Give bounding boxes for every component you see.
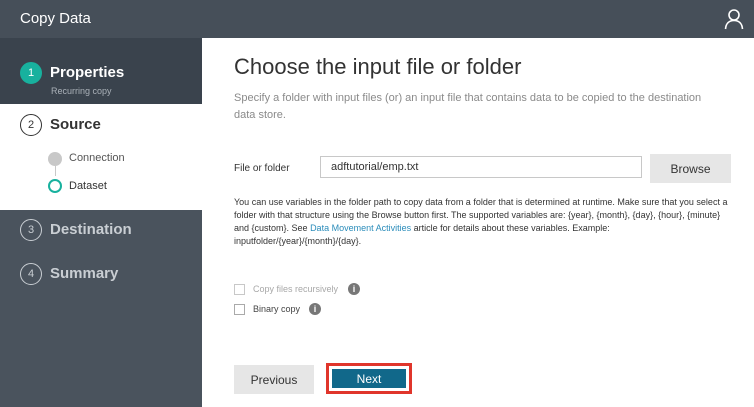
step-number-1: 1 xyxy=(20,62,42,84)
step-label-properties: Properties xyxy=(50,64,125,81)
copy-recursive-label: Copy files recursively xyxy=(253,284,339,294)
page-description: Specify a folder with input files (or) a… xyxy=(234,92,702,121)
app-title: Copy Data xyxy=(20,10,91,27)
data-movement-activities-link[interactable]: Data Movement Activities xyxy=(310,223,411,233)
substep-connector xyxy=(55,166,56,176)
browse-button[interactable]: Browse xyxy=(650,154,731,183)
step-number-4: 4 xyxy=(20,263,42,285)
binary-copy-label: Binary copy xyxy=(253,304,301,314)
file-or-folder-input[interactable] xyxy=(320,156,642,178)
previous-button[interactable]: Previous xyxy=(234,365,314,394)
file-or-folder-label: File or folder xyxy=(234,163,290,174)
wizard-sidebar: 1 Properties Recurring copy 2 Source Con… xyxy=(0,38,202,407)
step-source[interactable]: 2 Source Connection Dataset xyxy=(0,104,202,210)
page-title: Choose the input file or folder xyxy=(234,54,522,79)
user-icon[interactable] xyxy=(724,8,744,30)
next-button-highlight: Next xyxy=(326,363,412,394)
step-number-3: 3 xyxy=(20,219,42,241)
step-label-summary: Summary xyxy=(50,265,119,282)
step-properties[interactable]: 1 Properties Recurring copy xyxy=(0,38,202,104)
title-bar: Copy Data xyxy=(0,0,754,38)
step-number-2: 2 xyxy=(20,114,42,136)
next-button[interactable]: Next xyxy=(332,369,406,388)
help-icon[interactable]: i xyxy=(309,303,321,315)
substep-dataset-dot xyxy=(48,179,62,193)
step-label-destination: Destination xyxy=(50,221,132,238)
substep-connection-dot xyxy=(48,152,62,166)
binary-copy-checkbox[interactable] xyxy=(234,304,245,315)
copy-recursive-checkbox[interactable] xyxy=(234,284,245,295)
step-label-source: Source xyxy=(50,116,101,133)
substep-connection[interactable]: Connection xyxy=(69,152,125,164)
substep-dataset[interactable]: Dataset xyxy=(69,180,107,192)
help-icon[interactable]: i xyxy=(348,283,360,295)
step-sublabel-properties: Recurring copy xyxy=(51,86,112,96)
variables-help-text: You can use variables in the folder path… xyxy=(234,196,734,248)
